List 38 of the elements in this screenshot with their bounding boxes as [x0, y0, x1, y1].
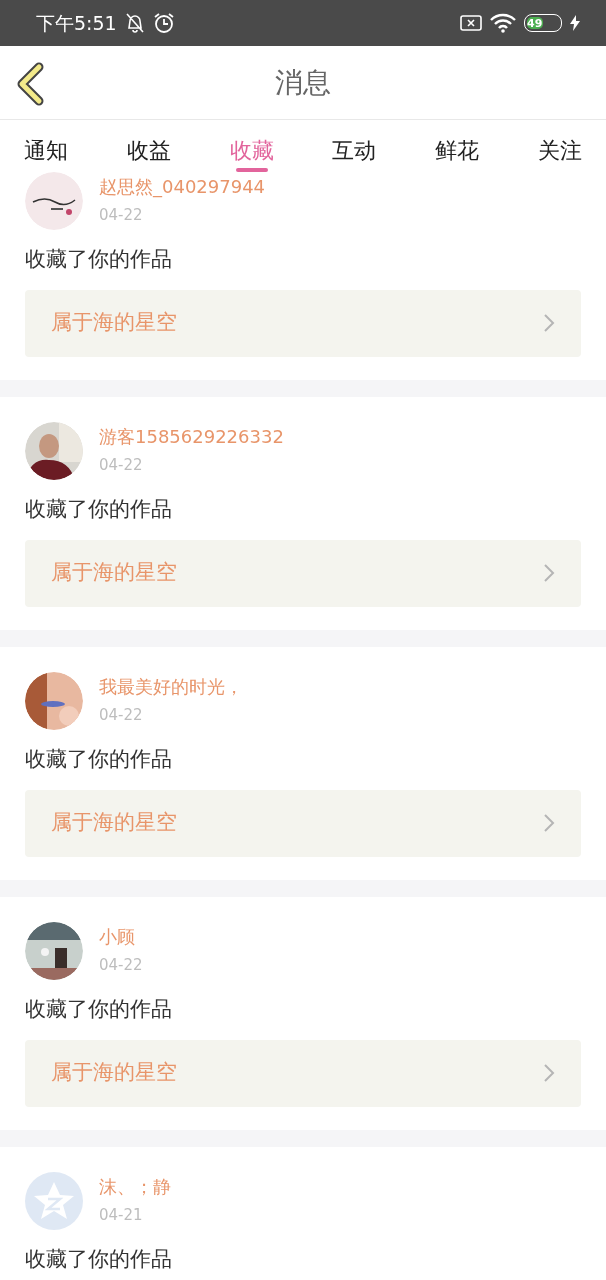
page-title: 消息 [275, 64, 331, 101]
tab[interactable]: 鲜花 [435, 120, 480, 172]
muted-bell-icon [124, 12, 145, 34]
tab[interactable]: 通知 [24, 120, 68, 172]
alarm-icon [152, 12, 175, 34]
work-link[interactable]: 属于海的星空 [25, 1039, 581, 1107]
tab[interactable]: 互动 [332, 120, 377, 172]
message-text: 收藏了你的作品 [25, 246, 173, 273]
status-time: 下午5:51 [36, 10, 117, 36]
user-name[interactable]: 赵思然_040297944 [99, 175, 266, 198]
work-link[interactable]: 属于海的星空 [25, 289, 581, 357]
chevron-right-icon [543, 1063, 555, 1083]
user-name[interactable]: 游客1585629226332 [99, 425, 284, 448]
tab[interactable]: 收益 [126, 120, 171, 172]
work-link[interactable]: 属于海的星空 [25, 539, 581, 607]
message-date: 04-22 [99, 454, 144, 476]
chevron-right-icon [543, 813, 555, 833]
charging-icon [570, 15, 580, 31]
user-name[interactable]: 沫、；静 [99, 1175, 171, 1198]
message-date: 04-21 [99, 1204, 144, 1226]
message-date: 04-22 [99, 204, 144, 226]
message-text: 收藏了你的作品 [25, 496, 173, 523]
default-avatar-icon [25, 1172, 83, 1230]
tab[interactable]: 收藏 [229, 120, 274, 172]
battery-level: 49 [527, 17, 544, 29]
wifi-icon [490, 13, 516, 33]
message-text: 收藏了你的作品 [25, 1246, 173, 1273]
sim-card-icon [460, 14, 482, 32]
message-date: 04-22 [99, 954, 143, 976]
message-text: 收藏了你的作品 [25, 996, 173, 1023]
chevron-right-icon [543, 563, 555, 583]
message-text: 收藏了你的作品 [25, 746, 173, 773]
tab[interactable]: 关注 [538, 120, 582, 172]
user-name[interactable]: 小顾 [99, 925, 143, 948]
message-date: 04-22 [99, 704, 144, 726]
work-link[interactable]: 属于海的星空 [25, 789, 581, 857]
chevron-right-icon [543, 313, 555, 333]
user-name[interactable]: 我最美好的时光， [99, 675, 243, 698]
